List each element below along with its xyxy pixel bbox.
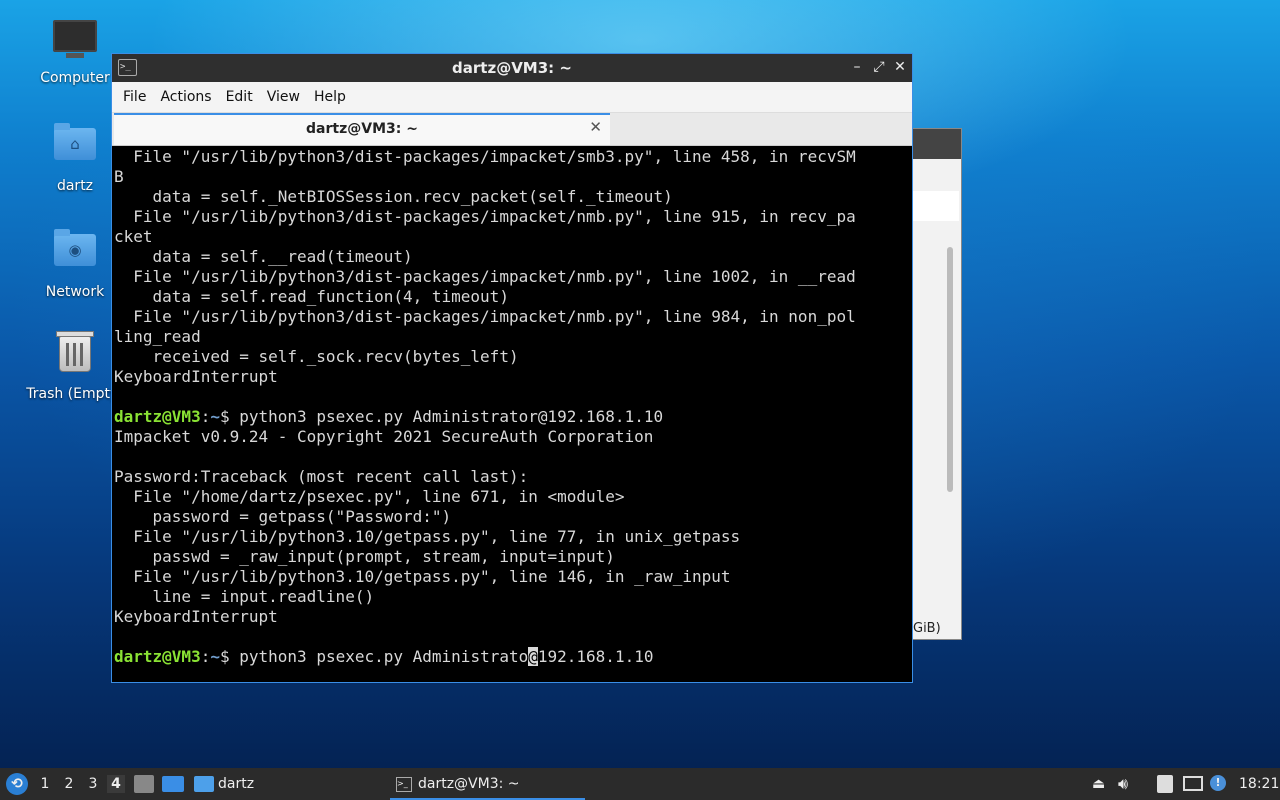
close-button[interactable]: ✕ <box>891 58 909 76</box>
terminal-titlebar[interactable]: >_ dartz@VM3: ~ – ⤢ ✕ <box>112 54 912 82</box>
desktop-icon-network[interactable]: ◉ Network <box>25 228 125 300</box>
terminal-line: data = self.read_function(4, timeout) <box>114 287 509 306</box>
terminal-icon: >_ <box>396 776 412 792</box>
folder-icon <box>194 776 214 792</box>
background-window[interactable]: GiB) <box>912 128 962 640</box>
terminal-output[interactable]: File "/usr/lib/python3/dist-packages/imp… <box>114 147 912 682</box>
terminal-line: File "/usr/lib/python3/dist-packages/imp… <box>114 207 856 226</box>
terminal-line: ling_read <box>114 327 201 346</box>
taskbar-folder-label[interactable]: dartz <box>218 768 254 800</box>
desktop-icon-home-folder[interactable]: ⌂ dartz <box>25 122 125 194</box>
background-window-text: GiB) <box>913 621 941 636</box>
home-folder-icon: ⌂ <box>51 123 99 172</box>
workspace-3[interactable]: 3 <box>84 775 102 793</box>
terminal-line: data = self._NetBIOSSession.recv_packet(… <box>114 187 673 206</box>
terminal-line: File "/usr/lib/python3/dist-packages/imp… <box>114 267 856 286</box>
menu-bar: File Actions Edit View Help <box>112 82 912 113</box>
desktop-icon-label: Network <box>45 284 105 300</box>
tab-close-icon[interactable]: ✕ <box>589 118 602 136</box>
terminal-line: B <box>114 167 124 186</box>
clock[interactable]: 18:21 <box>1239 768 1279 800</box>
menu-actions[interactable]: Actions <box>153 89 218 105</box>
network-icon[interactable] <box>1183 776 1203 791</box>
prompt-symbol: $ <box>219 407 240 426</box>
show-desktop-icon[interactable] <box>162 776 184 792</box>
network-folder-icon: ◉ <box>51 229 99 278</box>
terminal-line: File "/usr/lib/python3/dist-packages/imp… <box>114 307 856 326</box>
taskbar: ⟲ 1 2 3 4 dartz >_ dartz@VM3: ~ ⏏ 🔊︎ ! 18… <box>0 768 1280 800</box>
prompt-path: ~ <box>210 647 220 666</box>
terminal-line: received = self._sock.recv(bytes_left) <box>114 347 519 366</box>
taskbar-terminal-label: dartz@VM3: ~ <box>418 776 520 792</box>
computer-icon <box>51 20 99 64</box>
menu-view[interactable]: View <box>260 89 307 105</box>
background-window-field <box>913 191 959 221</box>
trash-icon <box>51 331 99 380</box>
command-text: python3 psexec.py Administrator@192.168.… <box>239 407 664 426</box>
tray-arrow-icon[interactable]: ⏏ <box>1092 768 1105 800</box>
tab-label: dartz@VM3: ~ <box>306 121 418 137</box>
minimize-button[interactable]: – <box>848 58 866 76</box>
maximize-button[interactable]: ⤢ <box>870 58 888 76</box>
terminal-line: KeyboardInterrupt <box>114 367 278 386</box>
workspace-2[interactable]: 2 <box>60 775 78 793</box>
prompt-user: dartz@VM3 <box>114 647 201 666</box>
window-title: dartz@VM3: ~ <box>452 59 572 77</box>
terminal-line: File "/home/dartz/psexec.py", line 671, … <box>114 487 625 506</box>
terminal-line: File "/usr/lib/python3.10/getpass.py", l… <box>114 567 731 586</box>
terminal-line: passwd = _raw_input(prompt, stream, inpu… <box>114 547 615 566</box>
workspace-1[interactable]: 1 <box>36 775 54 793</box>
prompt-symbol: $ <box>219 647 240 666</box>
prompt-line: dartz@VM3:~$ python3 psexec.py Administr… <box>114 407 664 426</box>
terminal-line: Password:Traceback (most recent call las… <box>114 467 529 486</box>
prompt-line-current[interactable]: dartz@VM3:~$ python3 psexec.py Administr… <box>114 647 912 667</box>
menu-help[interactable]: Help <box>307 89 353 105</box>
file-manager-launcher-icon[interactable] <box>134 775 154 793</box>
desktop-icon-label: Computer <box>40 70 110 86</box>
desktop-icon-trash[interactable]: Trash (Empty) <box>25 330 125 402</box>
prompt-user: dartz@VM3 <box>114 407 201 426</box>
command-input[interactable]: python3 psexec.py Administrato <box>239 647 528 666</box>
command-input-rest[interactable]: 192.168.1.10 <box>538 647 654 666</box>
background-window-titlebar[interactable] <box>913 129 961 159</box>
prompt-path: ~ <box>210 407 220 426</box>
desktop-icon-label: Trash (Empty) <box>26 386 124 402</box>
terminal-window[interactable]: >_ dartz@VM3: ~ – ⤢ ✕ File Actions Edit … <box>111 53 913 683</box>
tab-bar: dartz@VM3: ~ ✕ <box>112 113 912 146</box>
terminal-line: cket <box>114 227 153 246</box>
terminal-line: File "/usr/lib/python3/dist-packages/imp… <box>114 147 856 166</box>
terminal-line: data = self.__read(timeout) <box>114 247 413 266</box>
clipboard-icon[interactable] <box>1157 775 1173 793</box>
update-notifier-icon[interactable]: ! <box>1210 775 1226 791</box>
desktop-icon-label: dartz <box>56 178 94 194</box>
background-window-scrollbar[interactable] <box>947 247 953 492</box>
taskbar-terminal-button[interactable]: >_ dartz@VM3: ~ <box>390 770 585 800</box>
terminal-line: KeyboardInterrupt <box>114 607 278 626</box>
start-menu-icon[interactable]: ⟲ <box>6 773 28 795</box>
workspace-4[interactable]: 4 <box>107 775 125 793</box>
menu-file[interactable]: File <box>116 89 153 105</box>
desktop-icon-computer[interactable]: Computer <box>25 18 125 86</box>
volume-icon[interactable]: 🔊︎ <box>1118 768 1128 800</box>
text-cursor: @ <box>528 647 538 666</box>
terminal-line: line = input.readline() <box>114 587 375 606</box>
terminal-line: File "/usr/lib/python3.10/getpass.py", l… <box>114 527 741 546</box>
terminal-line: password = getpass("Password:") <box>114 507 452 526</box>
tab-terminal[interactable]: dartz@VM3: ~ ✕ <box>114 113 610 145</box>
terminal-line: Impacket v0.9.24 - Copyright 2021 Secure… <box>114 427 654 446</box>
menu-edit[interactable]: Edit <box>219 89 260 105</box>
